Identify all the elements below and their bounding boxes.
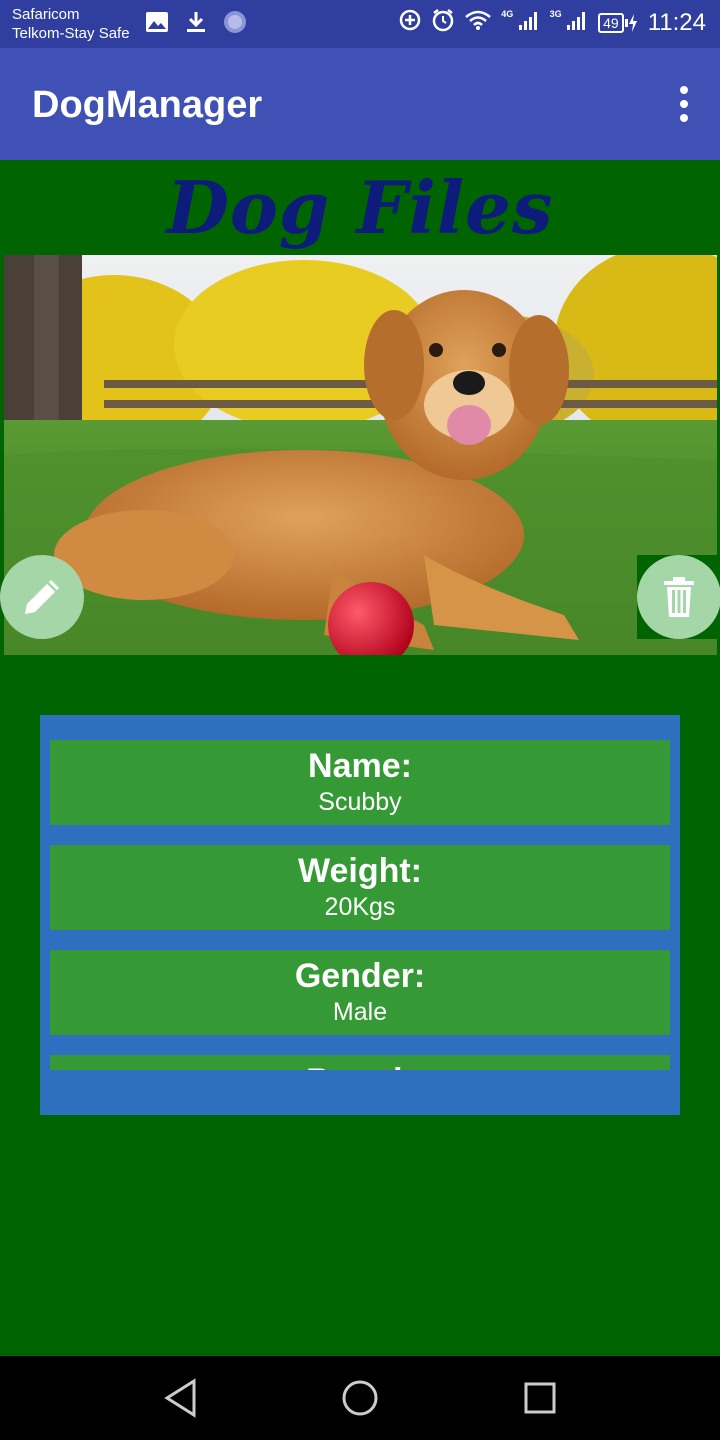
more-vert-icon[interactable] xyxy=(676,86,692,122)
image-notification-icon xyxy=(145,11,169,38)
network-label-2: 3G xyxy=(549,9,562,19)
navigation-bar xyxy=(0,1356,720,1440)
name-label: Name: xyxy=(308,747,412,785)
carrier-1: Safaricom xyxy=(12,6,80,23)
home-button[interactable] xyxy=(340,1378,380,1418)
alarm-icon xyxy=(431,8,455,37)
system-icons: 4G 3G 49 11:24 xyxy=(399,8,706,37)
info-card-gender: Gender: Male xyxy=(50,950,670,1035)
carrier-2: Telkom-Stay Safe xyxy=(12,25,130,42)
download-icon xyxy=(185,10,207,39)
breed-label: Breed: xyxy=(50,1055,670,1070)
charging-icon xyxy=(628,13,637,32)
recents-square-icon xyxy=(524,1382,556,1414)
gender-label: Gender: xyxy=(294,957,426,995)
pencil-icon xyxy=(25,580,59,614)
dog-info-panel: Name: Scubby Weight: 20Kgs Gender: Male … xyxy=(40,715,680,1115)
trash-icon xyxy=(664,577,694,617)
status-bar: Safaricom Telkom-Stay Safe 4G 3G 49 11:2… xyxy=(0,0,720,48)
weight-label: Weight: xyxy=(297,852,422,890)
signal-4g-icon: 4G xyxy=(501,9,539,36)
info-card-weight: Weight: 20Kgs xyxy=(50,845,670,930)
clock: 11:24 xyxy=(647,8,706,36)
info-card-name: Name: Scubby xyxy=(50,740,670,825)
weight-value: 20Kgs xyxy=(324,893,396,921)
delete-button-container xyxy=(637,555,720,639)
info-card-breed: Breed: xyxy=(50,1055,670,1070)
back-triangle-icon xyxy=(164,1378,196,1418)
sync-circle-icon xyxy=(223,10,247,39)
wifi-icon xyxy=(465,9,492,36)
home-circle-icon xyxy=(342,1380,378,1416)
network-label-1: 4G xyxy=(501,9,514,19)
info-list[interactable]: Name: Scubby Weight: 20Kgs Gender: Male … xyxy=(50,740,670,1070)
page-heading: Dog Files xyxy=(166,165,554,250)
recents-button[interactable] xyxy=(520,1378,560,1418)
battery-level: 49 xyxy=(598,12,624,33)
dog-photo xyxy=(4,255,717,655)
notification-icons xyxy=(145,10,247,39)
edit-button[interactable] xyxy=(0,555,84,639)
battery-indicator: 49 xyxy=(598,12,638,33)
delete-button[interactable] xyxy=(637,555,720,639)
signal-3g-icon: 3G xyxy=(550,9,588,36)
carrier-info: Safaricom Telkom-Stay Safe xyxy=(12,5,130,43)
back-button[interactable] xyxy=(160,1378,200,1418)
name-value: Scubby xyxy=(318,788,402,816)
data-saver-icon xyxy=(399,9,421,36)
gender-value: Male xyxy=(332,998,388,1026)
app-title: DogManager xyxy=(32,84,263,126)
app-bar: DogManager xyxy=(0,48,720,160)
